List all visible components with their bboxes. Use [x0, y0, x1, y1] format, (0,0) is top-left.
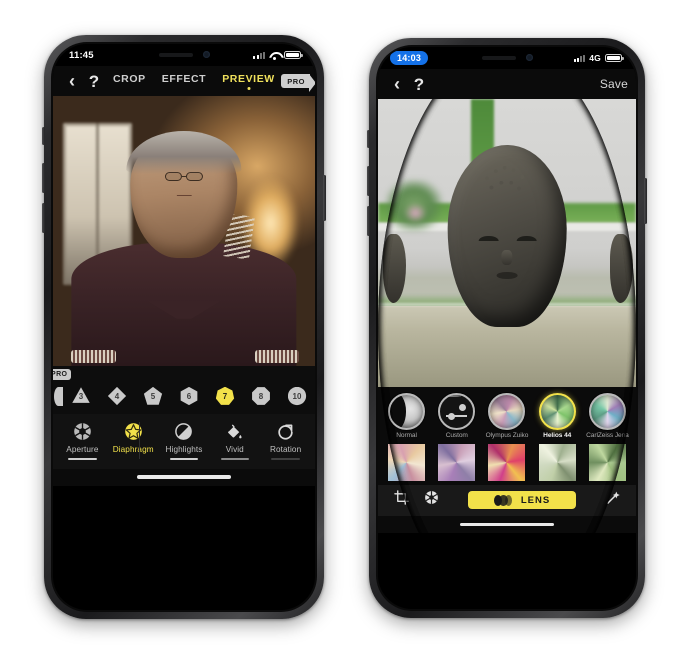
- power-button[interactable]: [323, 175, 326, 221]
- blade-option-4[interactable]: 4: [99, 384, 135, 408]
- volume-down-button[interactable]: [42, 203, 45, 233]
- back-chevron-icon[interactable]: ‹: [61, 72, 83, 90]
- phone-left-screen: 11:45 ‹ ? CROP EFFECT PREVIEW PRO PRO 3 …: [53, 44, 315, 610]
- blade-value-10: 10: [287, 386, 307, 406]
- blade-option-7-selected[interactable]: 7: [207, 384, 243, 408]
- status-time-right: 14:03: [390, 51, 429, 65]
- lens-thumb-10: [588, 444, 626, 481]
- blade-value-8: 8: [252, 387, 270, 405]
- photo-collar: [147, 301, 221, 319]
- tool-label-vivid: Vivid: [225, 445, 244, 454]
- signal-bars-icon-right: [573, 54, 586, 62]
- blade-option-3[interactable]: 3: [63, 384, 99, 408]
- phone-left-bezel: 11:45 ‹ ? CROP EFFECT PREVIEW PRO PRO 3 …: [51, 42, 317, 612]
- power-button-right[interactable]: [644, 178, 647, 224]
- aperture-icon: [73, 421, 92, 442]
- tool-label-rotation: Rotation: [269, 445, 302, 454]
- pro-badge[interactable]: PRO: [281, 74, 315, 92]
- mute-switch-right[interactable]: [367, 130, 370, 148]
- help-question-icon-right[interactable]: ?: [408, 76, 430, 93]
- tool-vivid[interactable]: Vivid: [209, 421, 260, 460]
- editor-panel-left: PRO 3 4 5 6 7 8 10 Aperture Diaphragm Hi…: [53, 366, 315, 486]
- lens-filter-grid: Normal Custom Olympus Zuiko Helios: [378, 387, 636, 485]
- tool-diaphragm[interactable]: Diaphragm: [108, 421, 159, 460]
- rotate-cw-icon: [276, 421, 295, 442]
- phone-right: 14:03 4G ‹ ? Save: [367, 38, 647, 618]
- blade-option-partial[interactable]: [53, 384, 63, 408]
- tool-label-diaphragm: Diaphragm: [112, 445, 154, 454]
- photo-sleeve-right: [254, 349, 300, 364]
- blade-options: 3 4 5 6 7 8 10: [53, 372, 315, 408]
- screenshot-canvas: 11:45 ‹ ? CROP EFFECT PREVIEW PRO PRO 3 …: [0, 0, 680, 662]
- photo-subject-body: [71, 241, 297, 366]
- blade-value-6: 6: [180, 386, 198, 406]
- blade-option-10[interactable]: 10: [279, 384, 315, 408]
- blade-value-5: 5: [143, 386, 163, 405]
- tool-rotation[interactable]: Rotation: [260, 421, 311, 460]
- editor-tabs: CROP EFFECT PREVIEW: [113, 73, 275, 89]
- blade-option-5[interactable]: 5: [135, 384, 171, 408]
- diaphragm-star-icon: [124, 421, 143, 442]
- mute-switch[interactable]: [42, 127, 45, 145]
- tool-underline-diaphragm: [119, 458, 147, 460]
- tool-row: Aperture Diaphragm Highlights Vivid Rota…: [53, 414, 315, 469]
- tool-label-highlights: Highlights: [165, 445, 203, 454]
- help-question-icon[interactable]: ?: [83, 73, 105, 90]
- tool-aperture[interactable]: Aperture: [57, 421, 108, 460]
- blade-value-3: 3: [72, 387, 90, 403]
- tool-highlights[interactable]: Highlights: [159, 421, 210, 460]
- save-button[interactable]: Save: [600, 77, 628, 91]
- blade-option-6[interactable]: 6: [171, 384, 207, 408]
- status-time: 11:45: [69, 49, 94, 61]
- blade-option-8[interactable]: 8: [243, 384, 279, 408]
- volume-down-button-right[interactable]: [367, 206, 370, 236]
- wifi-icon: [269, 51, 280, 60]
- blade-value-4: 4: [107, 386, 127, 406]
- phone-left: 11:45 ‹ ? CROP EFFECT PREVIEW PRO PRO 3 …: [42, 35, 326, 619]
- aperture-blade-rail[interactable]: PRO 3 4 5 6 7 8 10: [53, 366, 315, 414]
- tool-underline-highlights: [169, 458, 199, 460]
- tab-crop[interactable]: CROP: [113, 73, 146, 89]
- home-indicator-left[interactable]: [53, 468, 315, 486]
- tab-effect[interactable]: EFFECT: [162, 73, 206, 89]
- status-indicators-right: 4G: [573, 53, 624, 63]
- lens-stack-icon: [493, 494, 512, 506]
- battery-icon-right: [605, 53, 624, 63]
- notch-right: [451, 47, 563, 68]
- nav-bar-right: ‹ ? Save: [378, 69, 636, 99]
- tool-underline-vivid: [220, 458, 249, 460]
- rail-pro-badge[interactable]: PRO: [53, 369, 72, 380]
- volume-up-button[interactable]: [42, 163, 45, 193]
- nav-bar-left: ‹ ? CROP EFFECT PREVIEW PRO: [53, 66, 315, 96]
- tool-label-aperture: Aperture: [66, 445, 99, 454]
- signal-bars-icon: [253, 51, 265, 59]
- battery-icon: [284, 50, 303, 60]
- paint-bucket-icon: [225, 421, 244, 442]
- back-chevron-icon-right[interactable]: ‹: [386, 75, 408, 93]
- lens-row-2: [383, 444, 631, 485]
- volume-up-button-right[interactable]: [367, 166, 370, 196]
- earpiece-speaker-right: [481, 55, 516, 60]
- earpiece-speaker: [158, 52, 193, 57]
- front-camera-icon: [202, 51, 210, 58]
- blade-value-7: 7: [215, 386, 235, 405]
- photo-mouth: [176, 194, 192, 197]
- phone-right-screen: 14:03 4G ‹ ? Save: [378, 47, 636, 609]
- phone-right-bezel: 14:03 4G ‹ ? Save: [376, 45, 638, 611]
- tab-preview[interactable]: PREVIEW: [222, 73, 275, 89]
- tool-underline-rotation: [271, 458, 300, 460]
- tool-underline-aperture: [68, 458, 97, 460]
- status-indicators: [253, 50, 303, 60]
- lens-option-10[interactable]: [584, 444, 631, 481]
- front-camera-icon-right: [525, 54, 533, 61]
- photo-preview-portrait[interactable]: [53, 96, 315, 366]
- network-label: 4G: [589, 53, 601, 63]
- notch: [128, 44, 240, 65]
- highlights-icon: [174, 421, 193, 442]
- photo-sleeve-left: [71, 349, 116, 364]
